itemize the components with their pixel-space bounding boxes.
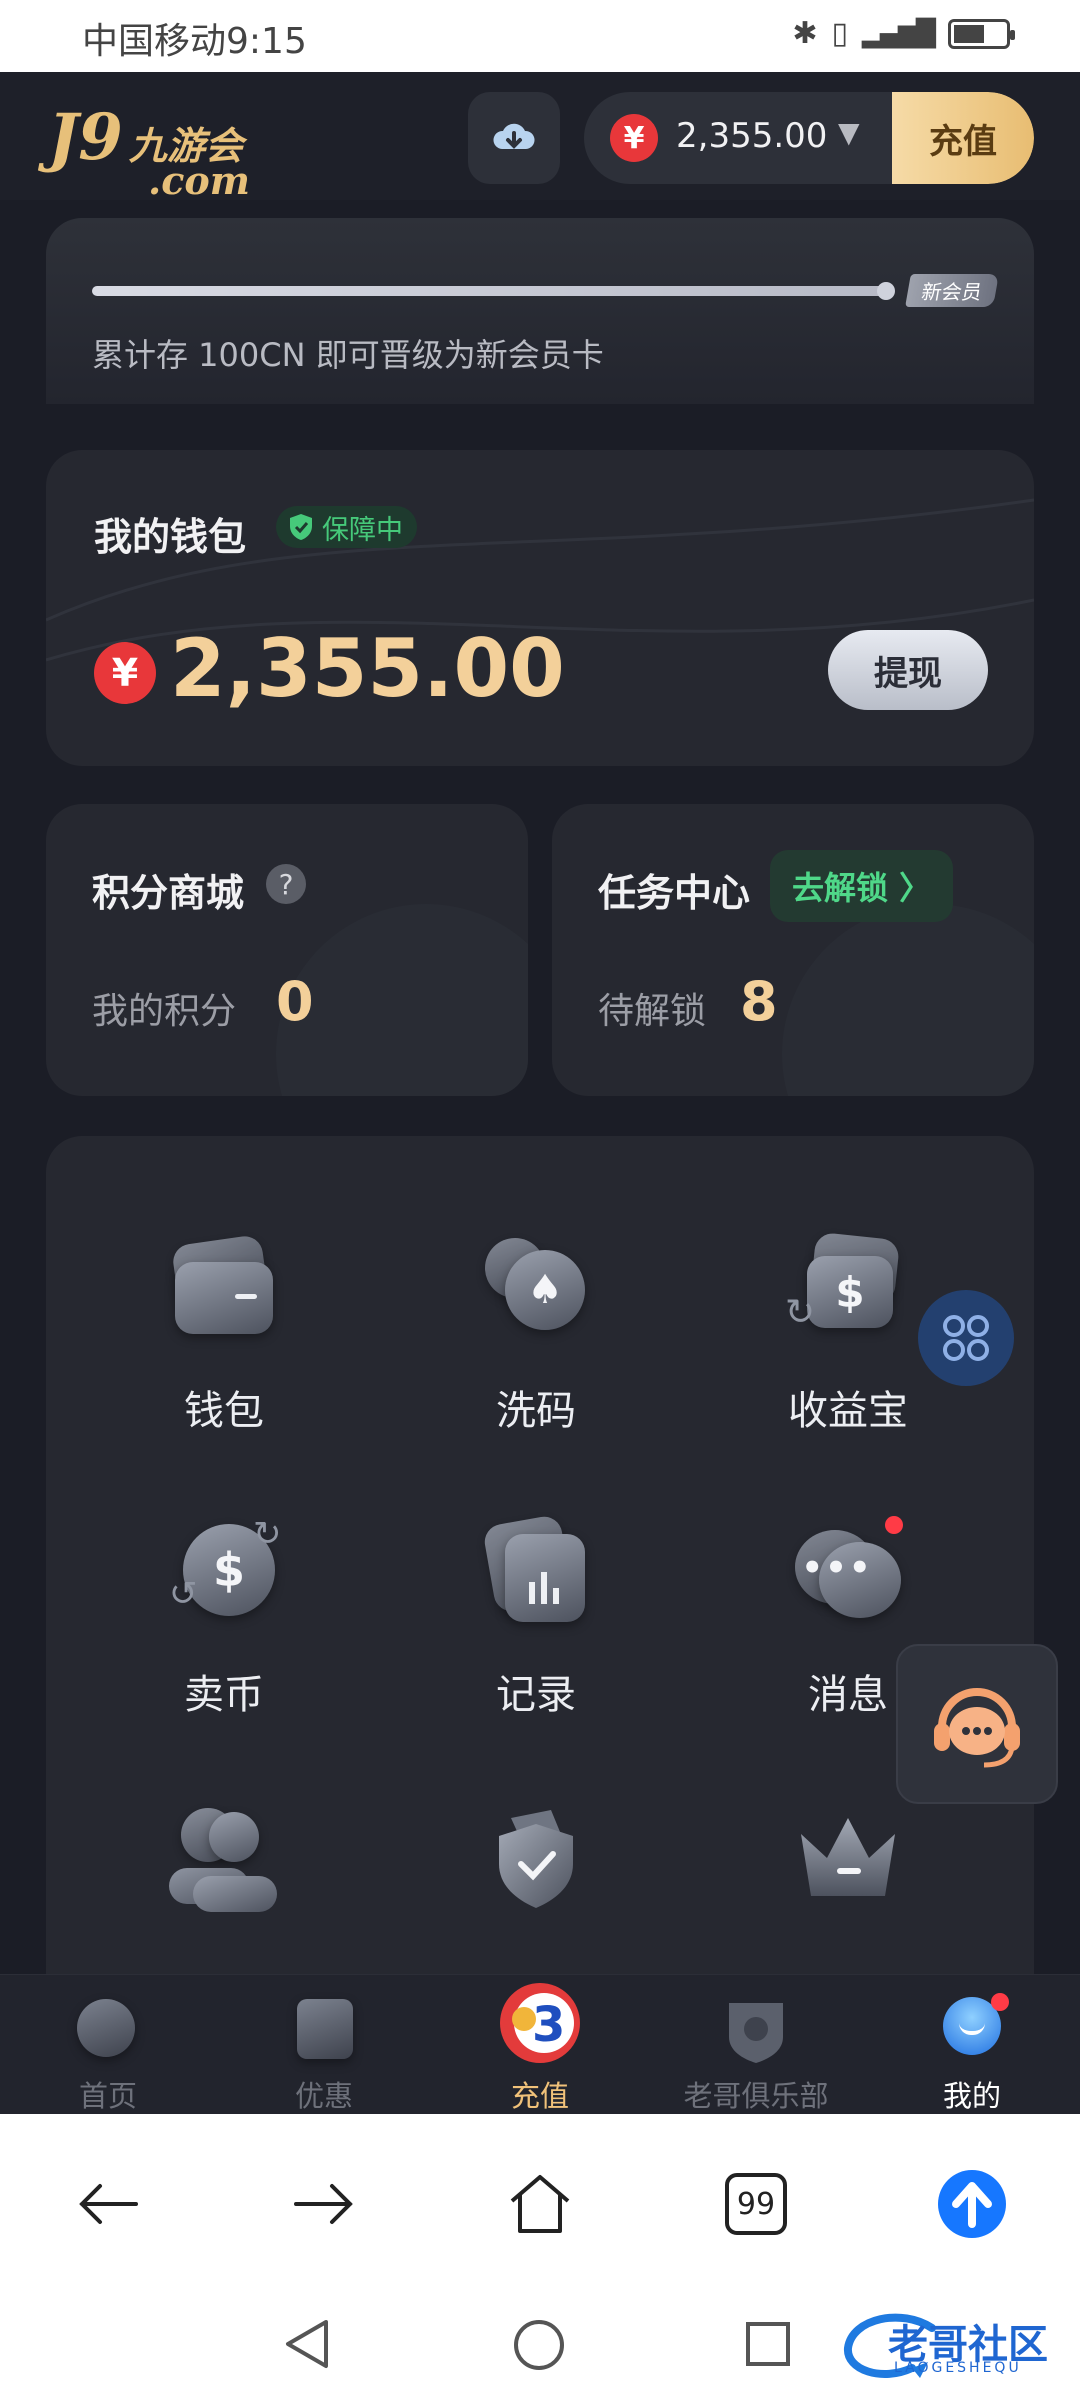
system-home-icon[interactable] <box>512 2318 566 2372</box>
arrow-up-icon <box>938 2170 1006 2238</box>
task-center-title: 任务中心 <box>598 871 751 915</box>
app-header: J9 九游会 .com ¥ 2,355.00 ▼ 充值 <box>0 72 1080 203</box>
menu-item-label: 收益宝 <box>788 1388 908 1434</box>
app-logo[interactable]: J9 九游会 .com <box>48 100 250 203</box>
logo-main: J9 <box>48 100 123 175</box>
wallet-card: 我的钱包 保障中 ¥ 2,355.00 提现 <box>46 450 1034 766</box>
bluetooth-icon: ✱ <box>792 16 818 51</box>
wallet-wave-decoration <box>46 498 1034 662</box>
battery-icon <box>948 18 1015 49</box>
tabs-button[interactable]: 99 <box>716 2164 796 2244</box>
gift-icon <box>287 1993 361 2067</box>
logo-domain: .com <box>148 158 250 203</box>
menu-item-sell-coin[interactable]: $ ↺ ↻ 卖币 <box>68 1514 380 1776</box>
signal-icon: ▂▄▆█ <box>862 18 936 49</box>
tabs-count: 99 <box>725 2173 787 2235</box>
upload-button[interactable] <box>932 2164 1012 2244</box>
menu-item-label: 钱包 <box>184 1388 264 1434</box>
unread-dot <box>885 1516 903 1534</box>
nav-recharge[interactable]: 3 充值 <box>432 1975 648 2115</box>
shield-check-icon <box>290 514 312 540</box>
recharge-icon: 3 <box>492 1975 588 2071</box>
svg-text:3: 3 <box>532 1997 565 2053</box>
nav-club[interactable]: 老哥俱乐部 <box>648 1993 864 2115</box>
card-decoration <box>782 904 1034 1096</box>
shield-check-icon <box>481 1804 591 1914</box>
nav-home[interactable]: 首页 <box>0 1993 216 2115</box>
menu-item-label: 卖币 <box>184 1672 264 1718</box>
nav-profile[interactable]: 我的 <box>864 1993 1080 2115</box>
menu-item-records[interactable]: 记录 <box>380 1513 692 1776</box>
card-decoration <box>276 904 528 1096</box>
crown-icon <box>793 1804 903 1914</box>
nav-label: 优惠 <box>294 2079 353 2113</box>
users-icon <box>169 1804 279 1914</box>
yuan-icon: ¥ <box>610 114 658 162</box>
menu-item-rebate[interactable]: ♠ 洗码 <box>380 1232 692 1492</box>
nav-promotions[interactable]: 优惠 <box>216 1993 432 2115</box>
yuan-icon: ¥ <box>94 642 156 704</box>
customer-service-button[interactable] <box>896 1644 1058 1804</box>
recharge-button[interactable]: 充值 <box>892 92 1034 184</box>
floating-apps-button[interactable] <box>918 1290 1014 1386</box>
profile-icon <box>935 1993 1009 2067</box>
help-icon[interactable]: ? <box>266 864 306 904</box>
protection-label: 保障中 <box>322 514 403 546</box>
next-level-tag: 新会员 <box>905 274 999 307</box>
notification-dot <box>991 1993 1009 2011</box>
back-arrow-icon[interactable] <box>68 2164 148 2244</box>
pending-unlock-label: 待解锁 <box>598 991 707 1032</box>
forward-arrow-icon[interactable] <box>284 2164 364 2244</box>
home-icon <box>71 1993 145 2067</box>
club-icon <box>719 1993 793 2067</box>
wallet-icon <box>169 1232 279 1342</box>
menu-item-label: 洗码 <box>496 1388 576 1434</box>
vip-progress-bar <box>92 286 887 296</box>
message-icon: ••• <box>793 1516 903 1626</box>
wallet-amount: 2,355.00 <box>170 622 565 715</box>
watermark-logo: 老哥社区 LAOGESHEQU <box>842 2308 1066 2384</box>
status-bar: 中国移动9:15 ✱ ▯ ▂▄▆█ <box>0 0 1080 72</box>
pending-unlock-value: 8 <box>740 970 778 1033</box>
menu-item-wallet[interactable]: 钱包 <box>68 1232 380 1492</box>
protection-badge: 保障中 <box>276 506 417 548</box>
header-balance: 2,355.00 <box>676 116 828 156</box>
download-button[interactable] <box>468 92 560 184</box>
balance-pill[interactable]: ¥ 2,355.00 ▼ 充值 <box>584 92 1034 184</box>
go-unlock-button[interactable]: 去解锁 〉 <box>770 850 954 922</box>
withdraw-button[interactable]: 提现 <box>828 630 988 710</box>
system-recents-icon[interactable] <box>744 2320 792 2368</box>
headset-icon <box>934 1688 1020 1768</box>
my-points-label: 我的积分 <box>92 991 237 1032</box>
chip-icon: ♠ <box>481 1232 591 1342</box>
earnings-icon: $ ↻ <box>785 1231 903 1342</box>
system-back-icon[interactable] <box>282 2318 332 2370</box>
bottom-navigation: 首页 优惠 3 充值 老哥俱乐部 我的 <box>0 1974 1080 2114</box>
my-points-value: 0 <box>276 970 314 1033</box>
browser-toolbar: 99 <box>0 2114 1080 2284</box>
carrier-time: 中国移动9:15 <box>82 21 307 62</box>
home-button-icon[interactable] <box>500 2164 580 2244</box>
chevron-down-icon[interactable]: ▼ <box>838 116 860 149</box>
download-cloud-icon <box>493 123 535 149</box>
system-navigation: 老哥社区 LAOGESHEQU <box>0 2284 1080 2400</box>
task-center-card[interactable]: 任务中心 去解锁 〉 待解锁 8 <box>552 804 1034 1096</box>
vip-progress-text: 累计存 100CN 即可晋级为新会员卡 <box>92 336 604 374</box>
wallet-title: 我的钱包 <box>94 515 247 559</box>
watermark-sub: LAOGESHEQU <box>894 2360 1022 2376</box>
nav-label: 充值 <box>510 2079 569 2113</box>
nav-label: 我的 <box>942 2079 1001 2113</box>
sell-coin-icon: $ ↺ ↻ <box>169 1514 282 1616</box>
status-icons: ✱ ▯ ▂▄▆█ <box>792 16 1015 51</box>
vip-progress-knob <box>877 282 895 300</box>
nav-label: 首页 <box>78 2079 137 2113</box>
grid-icon <box>943 1315 989 1361</box>
points-mall-title: 积分商城 <box>92 871 245 915</box>
menu-item-label: 记录 <box>496 1672 576 1718</box>
vip-progress-card: 新会员 累计存 100CN 即可晋级为新会员卡 <box>46 218 1034 404</box>
nav-label: 老哥俱乐部 <box>683 2079 829 2113</box>
points-mall-card[interactable]: 积分商城 ? 我的积分 0 <box>46 804 528 1096</box>
vibrate-icon: ▯ <box>831 16 849 51</box>
records-icon <box>481 1513 591 1626</box>
